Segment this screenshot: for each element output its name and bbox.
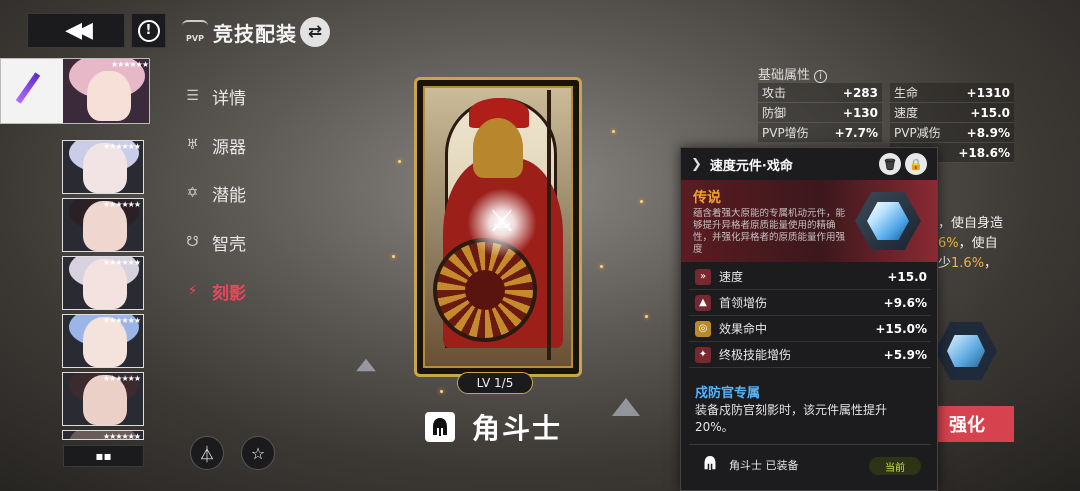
card-art: ⚔ [423,86,573,368]
stat-row: PVP减伤 +8.9% [890,123,1014,143]
info-button[interactable]: ! [131,13,166,48]
effect-description: ，使自身造 6%，使自 少1.6%， [938,216,1004,271]
character-card[interactable]: ★★★★★★ [62,198,144,252]
component-type-icon: ❯ [691,156,702,172]
selected-indicator [15,72,41,104]
trash-icon: 🗑 [883,157,897,171]
speed-icon: » [695,268,711,285]
spark [612,130,615,133]
lock-button[interactable]: 🔒 [905,153,927,175]
card-name: 角斗士 [472,412,563,445]
attribute-row: ◎ 效果命中 +15.0% [689,316,931,342]
tab-details[interactable]: ☰ 详情 [185,84,246,109]
equipped-component-slot[interactable] [935,321,997,381]
star-rating: ★★★★★★ [102,316,141,325]
tab-label: 详情 [212,88,246,109]
attribute-list: » 速度 +15.0 ▲ 首领增伤 +9.6% ◎ 效果命中 +15.0% ✦ … [689,264,931,368]
spark [600,265,603,268]
list-icon: ☰ [186,88,199,104]
boss-damage-icon: ▲ [695,294,711,311]
imprint-card[interactable]: ⚔ [414,77,582,377]
equipped-status: 角斗士 已装备 当前 [689,444,931,484]
shell-icon: ☋ [186,234,199,250]
star-rating: ★★★★★★ [110,60,149,69]
star-rating: ★★★★★★ [102,142,141,151]
rarity-label: 传说 [693,190,721,206]
character-card-selected[interactable]: ★★★★★★ [0,58,150,124]
swap-icon: ⇄ [307,22,323,42]
grid-view-button[interactable]: ▪▪ [63,445,144,467]
filter-button[interactable]: ⏃ [190,436,224,470]
imprint-icon: ⚡ [187,283,198,299]
tab-shell[interactable]: ☋ 智壳 [185,230,246,255]
favorite-button[interactable]: ☆ [241,436,275,470]
filter-icon: ⏃ [198,445,215,464]
tab-label: 潜能 [212,185,246,206]
avatar: ★★★★★★ [63,59,149,123]
rarity-section: 传说 蕴含着强大原能的专属机动元件，能够提升异格者原质能量使用的精确性，并强化异… [681,180,937,262]
back-icon: ◀◀ [65,18,93,43]
lock-icon: 🔒 [909,157,923,171]
stat-row: 生命 +1310 [890,83,1014,103]
pvp-icon: PVP [182,20,208,46]
spark [398,160,401,163]
equipped-text: 角斗士 已装备 [729,458,799,472]
gladiator-emblem-icon: ⚔ [488,204,516,239]
artifact-icon: ♅ [186,137,199,153]
attribute-row: ▲ 首领增伤 +9.6% [689,290,931,316]
tab-imprint[interactable]: ⚡ 刻影 [185,279,246,304]
character-card[interactable]: ★★★★★★ [62,140,144,194]
info-icon: ! [137,19,160,42]
ultimate-damage-icon: ✦ [695,346,711,363]
character-list[interactable]: ★★★★★★ ★★★★★★ ★★★★★★ ★★★★★★ ★★★★★★ ★★★★★… [0,58,150,440]
current-badge: 当前 [869,457,921,475]
star-rating: ★★★★★★ [102,200,141,209]
character-card[interactable]: ★★★★★★ [62,430,144,440]
helmet-icon [703,455,717,474]
stat-row: 速度 +15.0 [890,103,1014,123]
decor-triangle [612,398,640,416]
star-rating: ★★★★★★ [102,258,141,267]
exclusive-title: 戍防官专属 [695,386,761,401]
spark [440,390,443,393]
attribute-row: ✦ 终极技能增伤 +5.9% [689,342,931,368]
tab-label: 源器 [212,137,246,158]
star-icon: ☆ [250,443,266,463]
stat-row: PVP增伤 +7.7% [758,123,882,143]
tab-artifact[interactable]: ♅ 源器 [185,133,246,158]
spark [645,315,648,318]
character-card[interactable]: ★★★★★★ [62,314,144,368]
info-icon: i [814,70,827,83]
popup-title: 速度元件·戏命 [709,158,793,174]
stat-row: 防御 +130 [758,103,882,123]
tab-label: 智壳 [212,234,246,255]
effect-hit-icon: ◎ [695,320,711,337]
grid-icon: ▪▪ [95,449,112,463]
component-gem-icon [947,335,985,367]
component-gem-icon [849,188,929,254]
character-card[interactable]: ★★★★★★ [62,256,144,310]
potential-icon: ✡ [186,185,199,201]
swap-button[interactable]: ⇄ [300,17,330,47]
spark [392,255,395,258]
attribute-row: » 速度 +15.0 [689,264,931,290]
stat-row: 攻击 +283 [758,83,882,103]
page-title: 竞技配装 [213,22,297,46]
card-level: LV 1/5 [457,372,533,394]
helmet-icon [425,412,455,442]
spark [640,200,643,203]
discard-button[interactable]: 🗑 [879,153,901,175]
star-rating: ★★★★★★ [102,432,141,440]
tab-label: 刻影 [212,283,246,304]
tab-potential[interactable]: ✡ 潜能 [185,181,246,206]
character-card[interactable]: ★★★★★★ [62,372,144,426]
stats-heading: 基础属性 i [758,64,827,83]
component-detail-popup: ❯ 速度元件·戏命 🗑 🔒 传说 蕴含着强大原能的专属机动元件，能够提升异格者原… [680,147,938,491]
decor-triangle [356,358,376,372]
back-button[interactable]: ◀◀ [27,13,125,48]
component-description: 蕴含着强大原能的专属机动元件，能够提升异格者原质能量使用的精确性，并强化异格者的… [693,208,846,255]
exclusive-description: 装备戍防官刻影时，该元件属性提升20%。 [695,403,888,434]
stats-left-column: 攻击 +283 防御 +130 PVP增伤 +7.7% [758,83,882,143]
star-rating: ★★★★★★ [102,374,141,383]
